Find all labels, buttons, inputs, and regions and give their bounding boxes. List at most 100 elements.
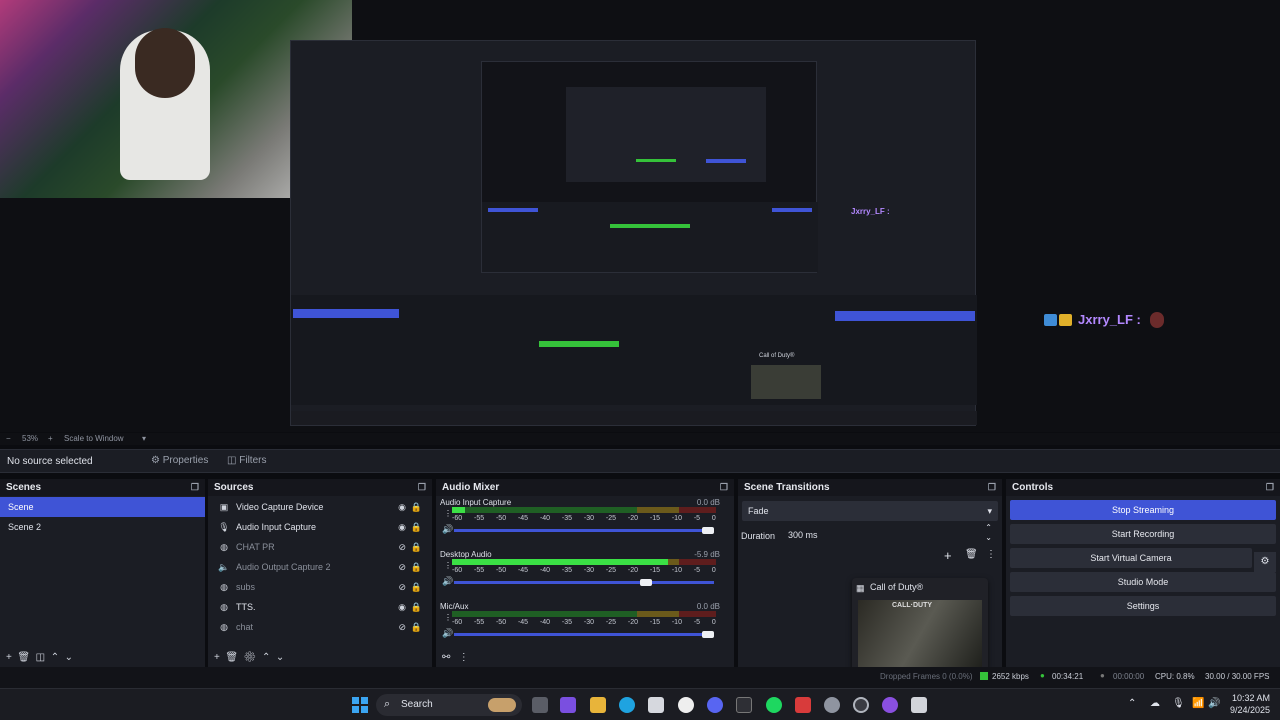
- chatgpt-icon[interactable]: [678, 697, 694, 713]
- windows-start-icon[interactable]: [352, 697, 368, 713]
- powerpoint-icon[interactable]: [795, 697, 811, 713]
- link-icon[interactable]: ⚯: [442, 652, 450, 663]
- menu-icon[interactable]: ⋮: [444, 509, 452, 518]
- lock-icon[interactable]: 🔒: [411, 557, 422, 577]
- copilot-icon[interactable]: [560, 697, 576, 713]
- eye-off-icon[interactable]: ⊘: [398, 617, 406, 637]
- properties-button[interactable]: ⚙ Properties: [151, 455, 208, 466]
- lock-icon[interactable]: 🔒: [411, 497, 422, 517]
- file-explorer-icon[interactable]: [590, 697, 606, 713]
- lock-icon[interactable]: 🔒: [411, 597, 422, 617]
- menu-icon[interactable]: ⋮: [444, 613, 452, 622]
- transition-select[interactable]: Fade ▾: [742, 501, 998, 521]
- trash-icon[interactable]: 🗑: [965, 549, 978, 560]
- volume-knob[interactable]: [640, 579, 652, 586]
- source-item[interactable]: 🔈 Audio Output Capture 2 ⊘ 🔒: [208, 557, 432, 577]
- filters-button[interactable]: ◫ Filters: [227, 455, 266, 466]
- menu-icon[interactable]: ⋮: [444, 561, 452, 570]
- filter-icon[interactable]: ◫: [36, 652, 45, 663]
- down-icon[interactable]: ⌄: [65, 652, 73, 663]
- stop-streaming-button[interactable]: Stop Streaming: [1010, 500, 1276, 520]
- menu-icon[interactable]: ⋮: [459, 652, 469, 663]
- duration-field[interactable]: 300 ms ⌃ ⌄: [782, 523, 998, 545]
- store-icon[interactable]: [648, 697, 664, 713]
- eye-off-icon[interactable]: ⊘: [398, 537, 406, 557]
- zoom-out-icon[interactable]: −: [6, 434, 11, 443]
- source-label: CHAT PR: [236, 542, 275, 552]
- zoom-in-icon[interactable]: +: [48, 434, 53, 443]
- popout-icon[interactable]: ❐: [1266, 479, 1274, 496]
- discord-icon[interactable]: [707, 697, 723, 713]
- wifi-icon[interactable]: 📶: [1192, 698, 1204, 709]
- capcut-icon[interactable]: [736, 697, 752, 713]
- source-item[interactable]: ◍ CHAT PR ⊘ 🔒: [208, 537, 432, 557]
- stream-time: 00:34:21: [1052, 672, 1084, 681]
- start-recording-button[interactable]: Start Recording: [1010, 524, 1276, 544]
- popout-icon[interactable]: ❐: [418, 479, 426, 496]
- popout-icon[interactable]: ❐: [988, 479, 996, 496]
- tick-label: -45: [517, 515, 529, 522]
- chevron-up-icon[interactable]: ⌃: [1128, 698, 1136, 709]
- source-item[interactable]: ▣ Video Capture Device ◉ 🔒: [208, 497, 432, 517]
- trash-icon[interactable]: 🗑: [225, 652, 238, 663]
- speaker-icon[interactable]: 🔊: [442, 524, 453, 535]
- eye-off-icon[interactable]: ⊘: [398, 557, 406, 577]
- volume-slider[interactable]: [454, 633, 714, 636]
- volume-knob[interactable]: [702, 527, 714, 534]
- preview-canvas[interactable]: Jxrry_LF : Call of Duty® Jxrry_LF :: [0, 0, 1280, 432]
- settings-app-icon[interactable]: [824, 697, 840, 713]
- source-item[interactable]: 🎙 Audio Input Capture ◉ 🔒: [208, 517, 432, 537]
- game-preview-popup[interactable]: ▦ Call of Duty® CALL·DUTY: [852, 578, 988, 674]
- cod-app-icon[interactable]: [911, 697, 927, 713]
- scale-mode-select[interactable]: Scale to Window: [64, 434, 124, 443]
- source-item[interactable]: ◍ subs ⊘ 🔒: [208, 577, 432, 597]
- eye-off-icon[interactable]: ⊘: [398, 577, 406, 597]
- volume-slider[interactable]: [454, 581, 714, 584]
- add-icon[interactable]: +: [6, 652, 12, 663]
- eye-icon[interactable]: ◉: [398, 517, 406, 537]
- up-icon[interactable]: ⌃: [262, 652, 270, 663]
- stepper-icon[interactable]: ⌃ ⌄: [985, 523, 992, 543]
- task-view-icon[interactable]: [532, 697, 548, 713]
- scene-item-scene-2[interactable]: Scene 2: [0, 517, 205, 537]
- lock-icon[interactable]: 🔒: [411, 617, 422, 637]
- controls-title: Controls: [1012, 482, 1054, 493]
- add-icon[interactable]: +: [214, 652, 220, 663]
- start-virtual-camera-button[interactable]: Start Virtual Camera: [1010, 548, 1252, 568]
- search-box[interactable]: ⌕ Search: [376, 694, 522, 716]
- volume-knob[interactable]: [702, 631, 714, 638]
- add-icon[interactable]: +: [944, 548, 952, 563]
- popout-icon[interactable]: ❐: [720, 479, 728, 496]
- chevron-down-icon[interactable]: ▾: [142, 434, 146, 443]
- gear-icon[interactable]: ⚙: [1254, 552, 1276, 572]
- tick-label: -55: [473, 515, 485, 522]
- menu-icon[interactable]: ⋮: [986, 549, 996, 560]
- clock-time[interactable]: 10:32 AM: [1232, 693, 1270, 703]
- clock-date[interactable]: 9/24/2025: [1230, 705, 1270, 715]
- volume-icon[interactable]: 🔊: [1208, 698, 1220, 709]
- speaker-icon[interactable]: 🔊: [442, 628, 453, 639]
- studio-mode-button[interactable]: Studio Mode: [1010, 572, 1276, 592]
- twitch-icon[interactable]: [882, 697, 898, 713]
- popout-icon[interactable]: ❐: [191, 479, 199, 496]
- cloud-icon[interactable]: ☁: [1150, 698, 1160, 709]
- source-item[interactable]: ◍ chat ⊘ 🔒: [208, 617, 432, 637]
- obs-icon[interactable]: [853, 697, 869, 713]
- lock-icon[interactable]: 🔒: [411, 577, 422, 597]
- lock-icon[interactable]: 🔒: [411, 537, 422, 557]
- microphone-icon[interactable]: 🎙: [1172, 698, 1185, 709]
- settings-button[interactable]: Settings: [1010, 596, 1276, 616]
- spotify-icon[interactable]: [766, 697, 782, 713]
- volume-slider[interactable]: [454, 529, 714, 532]
- speaker-icon[interactable]: 🔊: [442, 576, 453, 587]
- source-item[interactable]: ◍ TTS. ◉ 🔒: [208, 597, 432, 617]
- lock-icon[interactable]: 🔒: [411, 517, 422, 537]
- eye-icon[interactable]: ◉: [398, 597, 406, 617]
- down-icon[interactable]: ⌄: [276, 652, 284, 663]
- edge-icon[interactable]: [619, 697, 635, 713]
- scene-item-scene[interactable]: Scene: [0, 497, 205, 517]
- up-icon[interactable]: ⌃: [51, 652, 59, 663]
- trash-icon[interactable]: 🗑: [17, 652, 30, 663]
- gear-icon[interactable]: ⚙: [244, 652, 257, 663]
- eye-icon[interactable]: ◉: [398, 497, 406, 517]
